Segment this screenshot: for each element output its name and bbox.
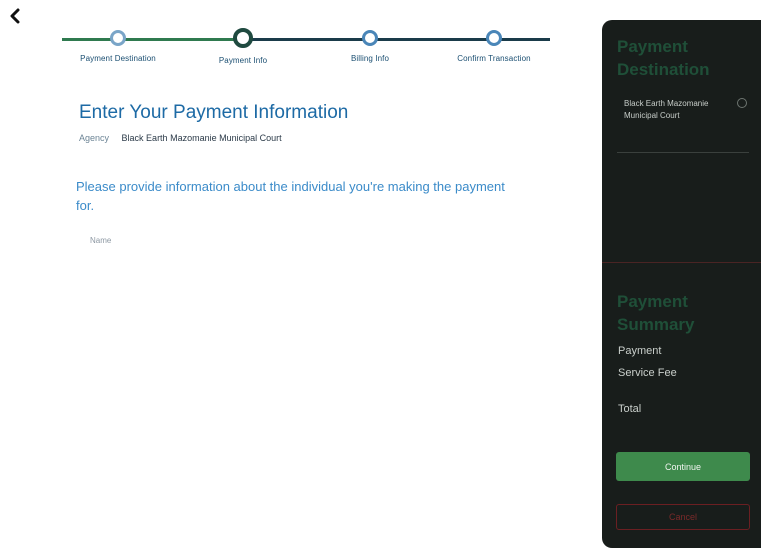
- destination-card: Black Earth Mazomanie Municipal Court: [617, 96, 749, 153]
- service-fee-label: Service Fee: [618, 367, 677, 379]
- continue-button[interactable]: Continue: [616, 452, 750, 481]
- agency-label: Agency: [79, 133, 110, 143]
- agency-value: Black Earth Mazomanie Municipal Court: [121, 133, 282, 143]
- step-confirm-transaction[interactable]: Confirm Transaction: [434, 28, 554, 63]
- chevron-left-icon: [10, 8, 20, 24]
- total-label: Total: [618, 403, 642, 415]
- agency-row: Agency Black Earth Mazomanie Municipal C…: [79, 133, 282, 143]
- side-panel: Payment Destination Black Earth Mazomani…: [602, 20, 761, 548]
- edit-destination-icon[interactable]: [737, 98, 747, 108]
- destination-name: Black Earth Mazomanie Municipal Court: [624, 99, 709, 120]
- progress-stepper: Payment Destination Payment Info Billing…: [60, 28, 552, 72]
- summary-heading: Payment Summary: [617, 292, 695, 334]
- step-payment-info[interactable]: Payment Info: [183, 28, 303, 65]
- cancel-button[interactable]: Cancel: [616, 504, 750, 530]
- step-dot: [486, 30, 502, 46]
- step-dot: [362, 30, 378, 46]
- step-label: Payment Destination: [80, 54, 156, 63]
- step-label: Confirm Transaction: [457, 54, 531, 63]
- page-title: Enter Your Payment Information: [79, 102, 349, 123]
- step-label: Billing Info: [350, 54, 390, 63]
- step-dot: [110, 30, 126, 46]
- step-billing-info[interactable]: Billing Info: [310, 28, 430, 63]
- destination-heading: Payment Destination: [617, 37, 710, 79]
- instructions-text: Please provide information about the ind…: [76, 179, 505, 213]
- step-dot-active: [233, 28, 253, 48]
- back-button[interactable]: [7, 6, 23, 26]
- step-payment-destination[interactable]: Payment Destination: [58, 28, 178, 63]
- payment-label: Payment: [618, 345, 662, 357]
- name-field-label: Name: [90, 236, 112, 245]
- step-label: Payment Info: [218, 56, 268, 65]
- panel-divider: [602, 262, 761, 263]
